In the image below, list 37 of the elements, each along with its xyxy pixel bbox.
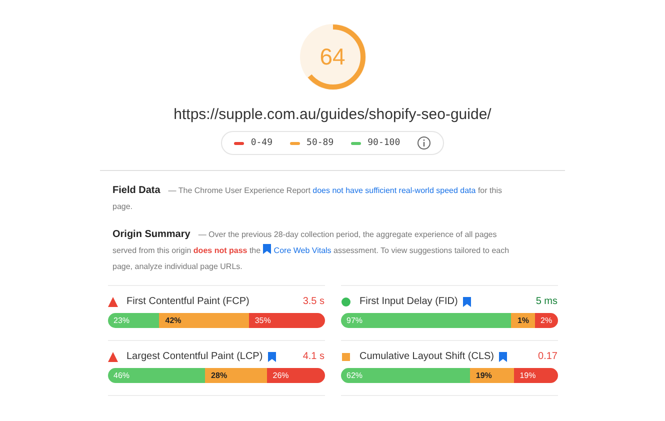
metric-name: First Contentful Paint (FCP)	[126, 296, 250, 307]
section-description: Origin Summary — Over the previous 28-day collection period, the aggregate experience of all pages served from this origin does not pass the Core Web Vitals assessment. To view suggestions tailored to each page, analyze individual page URLs.	[112, 228, 510, 273]
legend-label: 50-89	[306, 138, 334, 148]
distribution-segment: 2%	[534, 313, 558, 328]
square-icon	[340, 352, 350, 362]
section-title: Origin Summary	[112, 229, 190, 240]
distribution-segment: 62%	[340, 368, 470, 383]
metric-value: 3.5 s	[302, 296, 324, 307]
metric-value: 4.1 s	[302, 351, 324, 362]
metric-name: Cumulative Layout Shift (CLS)	[360, 351, 494, 362]
distribution-segment: 46%	[108, 368, 206, 383]
legend-label: 90-100	[368, 138, 400, 148]
circle-icon	[340, 296, 350, 306]
legend-label: 0-49	[250, 138, 273, 148]
distribution-segment: 1%	[511, 313, 534, 328]
score-value: 64	[320, 44, 346, 70]
metric-name: First Input Delay (FID)	[360, 296, 458, 307]
distribution-segment: 19%	[470, 368, 514, 383]
section-title: Field Data	[112, 185, 160, 196]
distribution-segment: 23%	[108, 313, 160, 328]
page-url: https://supple.com.au/guides/shopify-seo-guide/	[174, 106, 492, 123]
score-gauge	[298, 22, 368, 92]
triangle-icon	[108, 296, 118, 306]
section-description: Field Data — The Chrome User Experience Report does not have sufficient real-world speed data for this page.	[112, 184, 503, 213]
metric-name: Largest Contentful Paint (LCP)	[126, 351, 263, 362]
link[interactable]: does not have sufficient real-world speed data	[312, 186, 476, 195]
distribution-segment: 97%	[340, 313, 512, 328]
metric-value: 5 ms	[536, 296, 558, 307]
distribution-segment: 42%	[159, 313, 249, 328]
distribution-segment: 28%	[205, 368, 267, 383]
triangle-icon	[108, 352, 118, 362]
distribution-segment: 26%	[266, 368, 324, 383]
info-icon[interactable]	[417, 136, 432, 150]
metric-value: 0.17	[538, 351, 558, 362]
distribution-segment: 19%	[514, 368, 558, 383]
link[interactable]: Core Web Vitals	[262, 246, 332, 255]
distribution-segment: 35%	[248, 313, 324, 328]
